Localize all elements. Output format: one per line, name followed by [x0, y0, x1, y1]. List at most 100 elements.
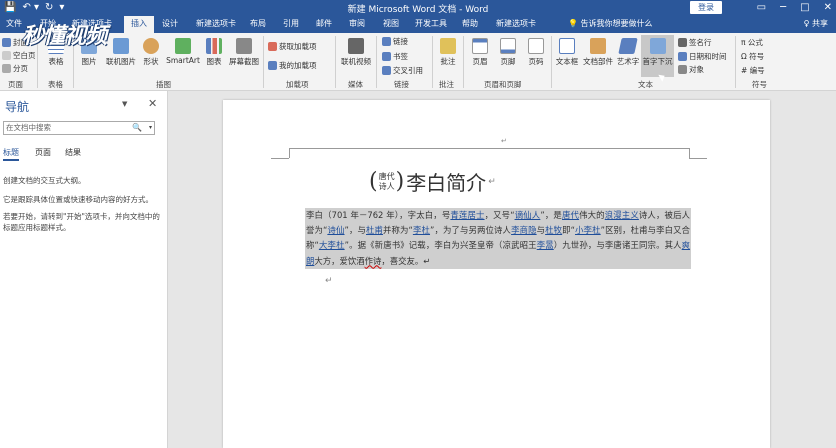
close-icon[interactable]: ✕ — [148, 97, 157, 110]
screenshot-button[interactable]: 屏幕截图 — [227, 38, 261, 67]
nav-search-input[interactable]: 在文档中搜索 🔍 ▾ — [3, 121, 155, 135]
nav-tab-headings[interactable]: 标题 — [3, 147, 19, 161]
title-bar: 💾 ↶ ▾ ↻ ▾ 新建 Microsoft Word 文档 - Word 登录… — [0, 0, 836, 16]
maximize-icon[interactable]: □ — [800, 0, 809, 15]
signature-icon — [678, 38, 687, 47]
shapes-icon — [143, 38, 159, 54]
tab-mailings[interactable]: 邮件 — [316, 16, 332, 33]
minimize-icon[interactable]: ─ — [780, 0, 786, 15]
tab-design[interactable]: 设计 — [162, 16, 178, 33]
share-button[interactable]: ♀ 共享 — [804, 16, 828, 32]
header-button[interactable]: 页眉 — [468, 38, 492, 67]
smartart-icon — [175, 38, 191, 54]
hyperlink[interactable]: 李暠 — [537, 240, 554, 250]
tab-view[interactable]: 视图 — [383, 16, 399, 33]
hyperlink[interactable]: 杜甫 — [366, 225, 383, 235]
chart-button[interactable]: 图表 — [203, 38, 225, 67]
wordart-icon — [618, 38, 638, 54]
selected-body-paragraph[interactable]: 李白（701 年－762 年），字太白，号青莲居士，又号“谪仙人”，是唐代伟大的… — [305, 208, 691, 269]
my-addins-button[interactable]: 我的加载项 — [268, 60, 317, 71]
document-title-heading[interactable]: ( 唐代 诗人 ) 李白简介 ↵ — [369, 167, 496, 196]
page-break-icon — [2, 64, 11, 73]
nav-pane-title: 导航 — [5, 100, 30, 114]
body-text-run: ”，为了与另两位诗人 — [430, 225, 512, 236]
header-paragraph-mark: ↵ — [501, 137, 507, 145]
nav-tab-results[interactable]: 结果 — [65, 147, 81, 158]
title-text: 李白简介 — [406, 171, 487, 195]
nav-help-text-1: 创建文档的交互式大纲。 — [3, 176, 86, 185]
chevron-down-icon[interactable]: ▾ — [149, 122, 152, 134]
body-text-run: 并称为“ — [383, 225, 413, 236]
margin-marker — [689, 148, 690, 158]
online-video-button[interactable]: 联机视频 — [339, 38, 373, 67]
tab-help[interactable]: 帮助 — [462, 16, 478, 33]
equation-button[interactable]: π 公式 — [741, 37, 763, 48]
comment-button[interactable]: 批注 — [436, 38, 460, 67]
hyperlink[interactable]: 杜牧 — [545, 225, 562, 235]
get-addins-button[interactable]: 获取加载项 — [268, 41, 317, 52]
tab-insert[interactable]: 插入 — [124, 16, 154, 33]
tab-new-3[interactable]: 新建选项卡 — [496, 16, 536, 33]
page-number-button[interactable]: 页码 — [524, 38, 548, 67]
blank-page-button[interactable]: 空白页 — [2, 50, 36, 61]
quick-parts-button[interactable]: 文档部件 — [582, 38, 614, 67]
footer-button[interactable]: 页脚 — [496, 38, 520, 67]
tab-layout[interactable]: 布局 — [250, 16, 266, 33]
object-button[interactable]: 对象 — [678, 64, 704, 75]
hyperlink[interactable]: 小李杜 — [575, 225, 601, 235]
drop-cap-icon — [649, 38, 666, 54]
body-text-run: ”，是 — [540, 210, 562, 220]
group-label-illustrations: 插图 — [156, 80, 171, 89]
hyperlink[interactable]: 谪仙人 — [515, 210, 541, 220]
online-pictures-button[interactable]: 联机图片 — [103, 38, 139, 67]
comment-icon — [440, 38, 456, 54]
margin-marker — [271, 158, 289, 159]
body-text-run: ，又号“ — [484, 210, 515, 220]
wordart-button[interactable]: 艺术字 — [615, 38, 641, 67]
hyperlink[interactable]: 唐代 — [562, 210, 579, 220]
hyperlink[interactable]: 李杜 — [413, 225, 430, 235]
object-icon — [678, 65, 687, 74]
group-label-header-footer: 页眉和页脚 — [484, 80, 522, 89]
tab-file[interactable]: 文件 — [6, 16, 22, 33]
nav-tab-pages[interactable]: 页面 — [35, 147, 51, 158]
bookmark-button[interactable]: 书签 — [382, 51, 408, 62]
tab-review[interactable]: 审阅 — [349, 16, 365, 33]
symbol-button[interactable]: Ω 符号 — [741, 51, 764, 62]
ribbon-display-icon[interactable]: ▭ — [757, 0, 766, 15]
body-text-run: 伟大的 — [579, 210, 605, 220]
group-label-symbols: 符号 — [752, 80, 767, 89]
hyperlink[interactable]: 青莲居士 — [450, 210, 484, 220]
close-icon[interactable]: ✕ — [824, 0, 832, 15]
hyperlink[interactable]: 浪漫主义 — [605, 210, 639, 220]
tab-new-2[interactable]: 新建选项卡 — [196, 16, 236, 33]
nav-options-icon[interactable]: ▼ — [122, 100, 127, 108]
title-paren-open: ( — [369, 169, 378, 194]
textbox-button[interactable]: 文本框 — [554, 38, 580, 67]
title-paren-close: ) — [395, 169, 405, 194]
date-time-button[interactable]: 日期和时间 — [678, 51, 727, 62]
cross-reference-button[interactable]: 交叉引用 — [382, 65, 423, 76]
hyperlink[interactable]: 诗仙 — [327, 225, 344, 235]
body-text-run: ”。据《新唐书》记载，李白为兴圣皇帝（凉武昭王 — [344, 240, 537, 251]
quick-parts-icon — [590, 38, 606, 54]
hyperlink[interactable]: 李商隐 — [511, 225, 537, 235]
smartart-button[interactable]: SmartArt — [165, 38, 201, 65]
header-icon — [472, 38, 488, 54]
search-icon[interactable]: 🔍 — [132, 122, 142, 134]
link-button[interactable]: 链接 — [382, 36, 408, 47]
shapes-button[interactable]: 形状 — [140, 38, 162, 67]
store-icon — [268, 42, 277, 51]
signature-line-button[interactable]: 签名行 — [678, 37, 712, 48]
group-label-media: 媒体 — [348, 80, 363, 89]
page-break-button[interactable]: 分页 — [2, 63, 28, 74]
tell-me-search[interactable]: 💡 告诉我你想要做什么 — [568, 16, 653, 32]
numbering-button[interactable]: # 编号 — [741, 65, 765, 76]
tab-references[interactable]: 引用 — [283, 16, 299, 33]
document-page[interactable]: ↵ ( 唐代 诗人 ) 李白简介 ↵ 李白（701 年－762 年），字太白，号… — [223, 100, 770, 448]
tab-developer[interactable]: 开发工具 — [415, 16, 447, 33]
hyperlink[interactable]: 大李杜 — [319, 240, 345, 250]
login-button[interactable]: 登录 — [690, 1, 722, 14]
drop-cap-button[interactable]: 首字下沉 — [641, 35, 674, 77]
page-number-icon — [528, 38, 544, 54]
